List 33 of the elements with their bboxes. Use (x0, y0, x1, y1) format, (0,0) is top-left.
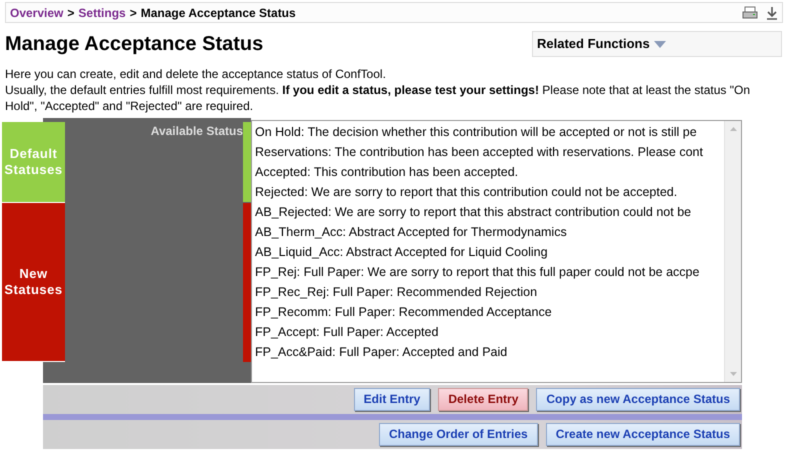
list-item[interactable]: AB_Liquid_Acc: Abstract Accepted for Liquid Cooling (252, 242, 724, 262)
list-item[interactable]: Reservations: The contribution has been accepted with reservations. Please cont (252, 142, 724, 162)
list-item[interactable]: FP_Accept: Full Paper: Accepted (252, 322, 724, 342)
list-item[interactable]: Accepted: This contribution has been accepted. (252, 162, 724, 182)
list-item[interactable]: Rejected: We are sorry to report that this contribution could not be accepted. (252, 182, 724, 202)
description-text: Here you can create, edit and delete the acceptance status of ConfTool. (5, 66, 387, 82)
action-button[interactable]: Delete Entry (438, 388, 528, 411)
action-button[interactable]: Copy as new Acceptance Status (536, 388, 740, 411)
group-label: Default Statuses (2, 122, 65, 203)
breadcrumb-separator: > (130, 4, 137, 22)
breadcrumb-current: Manage Acceptance Status (140, 4, 296, 22)
breadcrumb-link[interactable]: Settings (78, 4, 126, 22)
list-item[interactable]: AB_Therm_Acc: Abstract Accepted for Thermodynamics (252, 222, 724, 242)
breadcrumb-link[interactable]: Overview (10, 4, 64, 22)
action-button[interactable]: Edit Entry (354, 388, 430, 411)
action-button[interactable]: Create new Acceptance Status (546, 423, 740, 446)
action-button[interactable]: Change Order of Entries (379, 423, 538, 446)
related-functions-dropdown[interactable]: Related Functions (532, 31, 782, 57)
list-item[interactable]: On Hold: The decision whether this contribution will be accepted or not is still pe (252, 122, 724, 142)
panel-heading: Available Status (150, 123, 243, 140)
download-icon[interactable] (766, 6, 778, 20)
breadcrumb-separator: > (67, 4, 74, 22)
page-title: Manage Acceptance Status (5, 32, 264, 56)
list-item[interactable]: AB_Rejected: We are sorry to report that this abstract contribution could not be (252, 202, 724, 222)
print-icon[interactable] (742, 6, 758, 20)
list-item[interactable]: FP_Acc&Paid: Full Paper: Accepted and Paid (252, 342, 724, 362)
list-item[interactable]: FP_Recomm: Full Paper: Recommended Acceptance (252, 302, 724, 322)
group-label: New Statuses (2, 203, 65, 362)
list-item[interactable]: FP_Rej: Full Paper: We are sorry to report that this full paper could not be accpe (252, 262, 724, 282)
caret-icon (654, 40, 666, 48)
description-text: Usually, the default entries fulfill most requirements. If you edit a status, please test your settings! Please note that at least the status "On Hold", "Accepted" and "Rejected" are required. (5, 82, 752, 114)
list-item[interactable]: FP_Rec_Rej: Full Paper: Recommended Rejection (252, 282, 724, 302)
status-list[interactable] (251, 120, 742, 383)
